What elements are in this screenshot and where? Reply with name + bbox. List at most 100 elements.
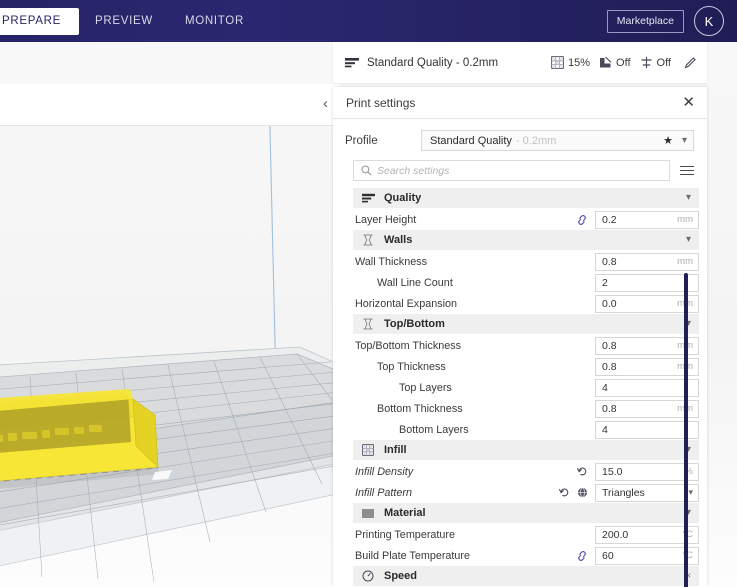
setting-printing-temperature[interactable]: Printing Temperature 200.0 °C [353, 524, 699, 545]
revert-icon[interactable] [577, 466, 588, 477]
tab-prepare[interactable]: PREPARE [0, 7, 80, 35]
summary-infill-value: 15% [568, 56, 591, 69]
close-icon[interactable]: ✕ [682, 95, 695, 110]
summary-infill[interactable]: 15% [551, 56, 590, 69]
setting-value-field[interactable]: 0.8 mm [595, 252, 699, 271]
category-speed[interactable]: Speed ‹ [353, 566, 699, 586]
setting-label: Printing Temperature [355, 528, 456, 541]
setting-unit: mm [677, 256, 693, 267]
link-icon[interactable] [576, 550, 588, 561]
category-label: Top/Bottom [384, 318, 445, 330]
hamburger-menu-icon[interactable] [680, 165, 694, 176]
profile-row: Profile Standard Quality - 0.2mm ★ ▾ [333, 119, 707, 161]
infill-grid-icon [359, 444, 377, 456]
category-label: Material [384, 507, 426, 519]
search-placeholder: Search settings [377, 164, 450, 177]
setting-top-bottom-thickness[interactable]: Top/Bottom Thickness 0.8 mm [353, 335, 699, 356]
search-row: Search settings [333, 160, 707, 181]
setting-top-thickness[interactable]: Top Thickness 0.8 mm [353, 356, 699, 377]
chevron-down-icon[interactable]: ▾ [686, 235, 691, 245]
setting-label: Horizontal Expansion [355, 297, 458, 310]
chevron-left-icon[interactable]: ‹ [688, 571, 691, 581]
setting-bottom-layers[interactable]: Bottom Layers 4 [353, 419, 699, 440]
tab-preview-label: PREVIEW [95, 14, 153, 27]
category-label: Quality [384, 192, 422, 204]
setting-label: Bottom Layers [399, 423, 469, 436]
quality-lines-icon [345, 57, 359, 69]
star-icon[interactable]: ★ [663, 134, 673, 147]
setting-value: 0.8 [602, 339, 617, 352]
search-input[interactable]: Search settings [353, 160, 670, 181]
setting-icons [577, 466, 595, 477]
setting-value: 15.0 [602, 465, 623, 478]
category-quality[interactable]: Quality ▾ [353, 188, 699, 208]
marketplace-button[interactable]: Marketplace [606, 9, 684, 33]
setting-horizontal-expansion[interactable]: Horizontal Expansion 0.0 mm [353, 293, 699, 314]
print-setup-summary-bar[interactable]: Standard Quality - 0.2mm 15% Off Off [333, 42, 707, 83]
setting-value-field[interactable]: 0.2 mm [595, 210, 699, 229]
category-walls[interactable]: Walls ▾ [353, 230, 699, 250]
setting-build-plate-temperature[interactable]: Build Plate Temperature 60 °C [353, 545, 699, 566]
profile-dropdown[interactable]: Standard Quality - 0.2mm ★ ▾ [421, 130, 694, 151]
setting-value: 0.0 [602, 297, 617, 310]
category-label: Walls [384, 234, 413, 246]
settings-list[interactable]: Quality ▾ Layer Height 0.2 mm Walls ▾ Wa… [333, 188, 707, 587]
setting-label: Build Plate Temperature [355, 549, 471, 562]
quality-lines-icon [359, 193, 377, 204]
setting-value: 0.2 [602, 213, 617, 226]
support-blocker-icon [599, 56, 612, 69]
profile-sub: - 0.2mm [515, 134, 557, 147]
stage-tabs: PREPARE PREVIEW MONITOR [0, 0, 260, 42]
setting-value: 0.8 [602, 402, 617, 415]
link-icon[interactable] [576, 214, 588, 225]
setting-wall-line-count[interactable]: Wall Line Count 2 [353, 272, 699, 293]
globe-icon[interactable] [577, 487, 588, 498]
setting-value: 4 [602, 381, 608, 394]
settings-scrollbar[interactable] [684, 273, 688, 587]
setting-label: Wall Line Count [377, 276, 453, 289]
setting-wall-thickness[interactable]: Wall Thickness 0.8 mm [353, 251, 699, 272]
setting-value: Triangles [602, 486, 645, 499]
setting-label: Top Layers [399, 381, 452, 394]
chevron-down-icon[interactable]: ▾ [688, 487, 693, 498]
topbottom-icon [359, 318, 377, 330]
topbar-right-group: Marketplace K [606, 6, 737, 36]
walls-icon [359, 234, 377, 246]
chevron-down-icon[interactable]: ▾ [682, 135, 687, 146]
setting-infill-density[interactable]: Infill Density 15.0 % [353, 461, 699, 482]
setting-value: 200.0 [602, 528, 629, 541]
search-icon [361, 165, 372, 176]
setting-label: Layer Height [355, 213, 417, 226]
panel-header: Print settings ✕ [333, 87, 707, 119]
print-settings-panel: Print settings ✕ Profile Standard Qualit… [333, 87, 707, 587]
setting-label: Top/Bottom Thickness [355, 339, 462, 352]
category-top-bottom[interactable]: Top/Bottom ▾ [353, 314, 699, 334]
setting-label: Infill Density [355, 465, 414, 478]
setting-top-layers[interactable]: Top Layers 4 [353, 377, 699, 398]
setting-label: Wall Thickness [355, 255, 427, 268]
pencil-icon[interactable] [684, 56, 697, 69]
tab-preview[interactable]: PREVIEW [79, 8, 169, 35]
cura-application-window: PREPARE PREVIEW MONITOR Marketplace K ‹ … [0, 0, 737, 587]
revert-icon[interactable] [559, 487, 570, 498]
tab-monitor[interactable]: MONITOR [169, 8, 260, 35]
setting-label: Bottom Thickness [377, 402, 463, 415]
category-infill[interactable]: Infill ▾ [353, 440, 699, 460]
chevron-down-icon[interactable]: ▾ [686, 193, 691, 203]
setting-label: Top Thickness [377, 360, 446, 373]
avatar[interactable]: K [694, 6, 724, 36]
category-material[interactable]: Material ▾ [353, 503, 699, 523]
summary-support-value: Off [616, 56, 631, 69]
setting-bottom-thickness[interactable]: Bottom Thickness 0.8 mm [353, 398, 699, 419]
setting-value: 60 [602, 549, 614, 562]
speed-gauge-icon [359, 570, 377, 582]
summary-profile-group: Standard Quality - 0.2mm [345, 57, 498, 69]
summary-adhesion-value: Off [656, 56, 671, 69]
setting-value: 4 [602, 423, 608, 436]
summary-support[interactable]: Off [599, 56, 631, 69]
category-label: Infill [384, 444, 407, 456]
summary-adhesion[interactable]: Off [640, 56, 671, 69]
setting-layer-height[interactable]: Layer Height 0.2 mm [353, 209, 699, 230]
setting-infill-pattern[interactable]: Infill Pattern Triangles ▾ [353, 482, 699, 503]
setting-icons [576, 550, 595, 561]
